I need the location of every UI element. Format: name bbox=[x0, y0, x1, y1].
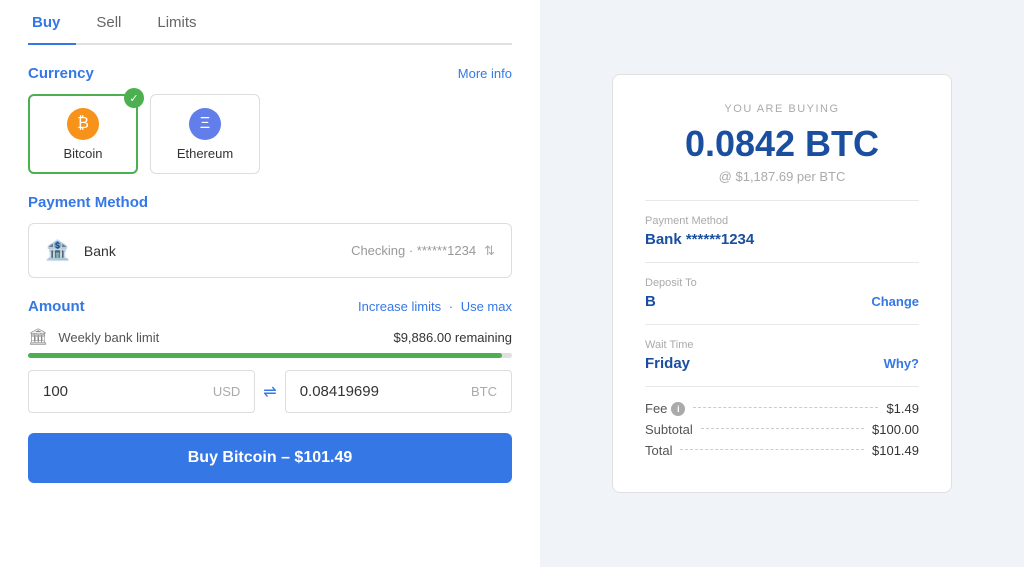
amount-header: Amount Increase limits · Use max bbox=[28, 298, 512, 315]
btc-label: Bitcoin bbox=[63, 146, 102, 161]
fee-rows: Fee i $1.49 Subtotal $100.00 Total $101.… bbox=[645, 401, 919, 458]
subtotal-label: Subtotal bbox=[645, 422, 693, 437]
tabs: Buy Sell Limits bbox=[28, 0, 512, 45]
divider-1 bbox=[645, 200, 919, 201]
bank-account-info: Checking · ******1234 bbox=[351, 243, 476, 258]
receipt-wait-row: Wait Time Friday Why? bbox=[645, 339, 919, 372]
more-info-link[interactable]: More info bbox=[458, 66, 512, 81]
btc-value: 0.08419699 bbox=[300, 383, 379, 400]
receipt-deposit-row: Deposit To B Change bbox=[645, 277, 919, 310]
weekly-limit-row: 🏛 Weekly bank limit $9,886.00 remaining bbox=[28, 327, 512, 347]
limits-links: Increase limits · Use max bbox=[358, 299, 512, 314]
payment-method-label: Payment Method bbox=[645, 215, 919, 227]
fee-dots bbox=[693, 407, 878, 408]
fee-label: Fee bbox=[645, 401, 667, 416]
payment-title: Payment Method bbox=[28, 194, 148, 211]
deposit-to-label: Deposit To bbox=[645, 277, 919, 289]
fee-amount: $1.49 bbox=[886, 401, 919, 416]
currency-header: Currency More info bbox=[28, 65, 512, 82]
tab-limits[interactable]: Limits bbox=[153, 0, 212, 45]
bank-label: Bank bbox=[84, 243, 116, 259]
receipt-payment-row: Payment Method Bank ******1234 bbox=[645, 215, 919, 248]
eth-icon: Ξ bbox=[189, 108, 221, 140]
amount-inputs: 100 USD ⇌ 0.08419699 BTC bbox=[28, 370, 512, 413]
change-link[interactable]: Change bbox=[871, 294, 919, 309]
usd-currency-label: USD bbox=[213, 384, 240, 399]
receipt-card: YOU ARE BUYING 0.0842 BTC @ $1,187.69 pe… bbox=[612, 74, 952, 493]
currency-card-eth[interactable]: Ξ Ethereum bbox=[150, 94, 260, 174]
receipt-header: YOU ARE BUYING 0.0842 BTC @ $1,187.69 pe… bbox=[645, 103, 919, 184]
left-panel: Buy Sell Limits Currency More info ✓ ₿ B… bbox=[0, 0, 540, 567]
wait-time-label: Wait Time bbox=[645, 339, 919, 351]
wait-time-value: Friday bbox=[645, 355, 690, 372]
total-dots bbox=[680, 449, 864, 450]
currency-card-btc[interactable]: ✓ ₿ Bitcoin bbox=[28, 94, 138, 174]
use-max-link[interactable]: Use max bbox=[461, 299, 512, 314]
fee-info-icon[interactable]: i bbox=[671, 402, 685, 416]
why-link[interactable]: Why? bbox=[884, 356, 919, 371]
total-amount: $101.49 bbox=[872, 443, 919, 458]
divider-3 bbox=[645, 324, 919, 325]
limit-icon: 🏛 bbox=[28, 327, 48, 347]
tab-sell[interactable]: Sell bbox=[92, 0, 137, 45]
currency-cards: ✓ ₿ Bitcoin Ξ Ethereum bbox=[28, 94, 512, 174]
deposit-to-value-row: B Change bbox=[645, 293, 919, 310]
usd-input-field[interactable]: 100 USD bbox=[28, 370, 255, 413]
divider-4 bbox=[645, 386, 919, 387]
deposit-to-value: B bbox=[645, 293, 656, 310]
chevron-updown-icon: ⇅ bbox=[484, 243, 495, 259]
receipt-btc-rate: @ $1,187.69 per BTC bbox=[645, 169, 919, 184]
buy-button[interactable]: Buy Bitcoin – $101.49 bbox=[28, 433, 512, 483]
selected-badge: ✓ bbox=[124, 88, 144, 108]
swap-icon: ⇌ bbox=[263, 382, 276, 402]
btc-input-field[interactable]: 0.08419699 BTC bbox=[285, 370, 512, 413]
btc-currency-label: BTC bbox=[471, 384, 497, 399]
you-are-buying-label: YOU ARE BUYING bbox=[645, 103, 919, 115]
progress-bar-fill bbox=[28, 353, 502, 358]
payment-method-selector[interactable]: 🏦 Bank Checking · ******1234 ⇅ bbox=[28, 223, 512, 278]
dot-separator: · bbox=[449, 299, 457, 314]
payment-method-text: Bank ******1234 bbox=[645, 231, 754, 248]
currency-title: Currency bbox=[28, 65, 94, 82]
receipt-btc-amount: 0.0842 BTC bbox=[645, 123, 919, 165]
subtotal-amount: $100.00 bbox=[872, 422, 919, 437]
payment-header: Payment Method bbox=[28, 194, 512, 211]
wait-time-value-row: Friday Why? bbox=[645, 355, 919, 372]
divider-2 bbox=[645, 262, 919, 263]
total-line: Total $101.49 bbox=[645, 443, 919, 458]
amount-title: Amount bbox=[28, 298, 85, 315]
amount-section: Amount Increase limits · Use max 🏛 Weekl… bbox=[28, 298, 512, 539]
subtotal-dots bbox=[701, 428, 864, 429]
progress-bar-background bbox=[28, 353, 512, 358]
eth-label: Ethereum bbox=[177, 146, 233, 161]
subtotal-line: Subtotal $100.00 bbox=[645, 422, 919, 437]
total-label: Total bbox=[645, 443, 672, 458]
payment-method-value: Bank ******1234 bbox=[645, 231, 919, 248]
fee-line: Fee i $1.49 bbox=[645, 401, 919, 416]
right-panel: YOU ARE BUYING 0.0842 BTC @ $1,187.69 pe… bbox=[540, 0, 1024, 567]
bank-icon: 🏦 bbox=[45, 238, 70, 263]
weekly-remaining: $9,886.00 remaining bbox=[393, 330, 512, 345]
tab-buy[interactable]: Buy bbox=[28, 0, 76, 45]
increase-limits-link[interactable]: Increase limits bbox=[358, 299, 441, 314]
usd-value: 100 bbox=[43, 383, 68, 400]
fee-label-group: Fee i bbox=[645, 401, 685, 416]
btc-icon: ₿ bbox=[67, 108, 99, 140]
weekly-limit-label: Weekly bank limit bbox=[58, 330, 159, 345]
